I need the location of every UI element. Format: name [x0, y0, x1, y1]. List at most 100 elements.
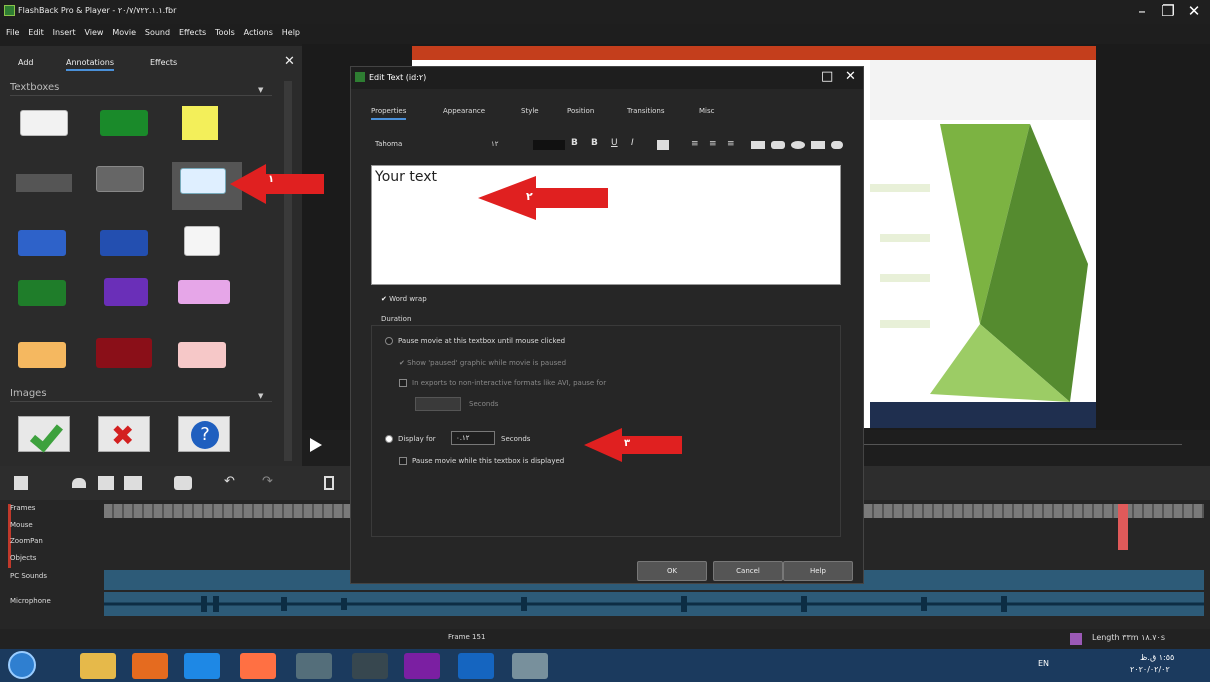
- clock-time[interactable]: ١:٥٥ ق.ظ: [1140, 653, 1174, 662]
- track-frames[interactable]: Frames: [10, 504, 35, 512]
- textbox-white[interactable]: [20, 110, 68, 136]
- track-mouse[interactable]: Mouse: [10, 521, 33, 529]
- textbox-purple[interactable]: [104, 278, 148, 306]
- undo-icon[interactable]: ↶: [224, 474, 235, 489]
- language-indicator[interactable]: EN: [1038, 659, 1049, 668]
- shape-bubble-icon[interactable]: [831, 141, 843, 149]
- textbox-blue[interactable]: [18, 230, 66, 256]
- track-pc-sounds[interactable]: PC Sounds: [10, 572, 47, 580]
- textbox-sticky-note[interactable]: [182, 106, 218, 140]
- app-icon-extra[interactable]: [512, 653, 548, 679]
- start-icon[interactable]: [8, 651, 36, 679]
- frame-icon[interactable]: [124, 476, 142, 490]
- shape-rect-icon[interactable]: [751, 141, 765, 149]
- menu-sound[interactable]: Sound: [145, 28, 170, 37]
- tab-effects[interactable]: Effects: [150, 58, 177, 67]
- minimize-button[interactable]: –: [1132, 2, 1152, 20]
- font-size-select[interactable]: ١٢: [491, 140, 499, 148]
- menu-insert[interactable]: Insert: [53, 28, 76, 37]
- panel-close-icon[interactable]: ✕: [284, 54, 295, 69]
- textbox-paper[interactable]: [184, 226, 220, 256]
- font-select[interactable]: Tahoma: [375, 140, 402, 148]
- align-left-icon[interactable]: ≡: [691, 139, 699, 149]
- tab-transitions[interactable]: Transitions: [627, 107, 665, 115]
- chevron-down-icon[interactable]: ▼: [258, 392, 263, 400]
- track-microphone[interactable]: Microphone: [10, 597, 51, 605]
- textbox-dark-bar[interactable]: [16, 174, 72, 192]
- explorer-icon[interactable]: [80, 653, 116, 679]
- textbox-blue-callout[interactable]: [180, 168, 226, 194]
- ie-icon[interactable]: [184, 653, 220, 679]
- tab-position[interactable]: Position: [567, 107, 594, 115]
- display-seconds-input[interactable]: ٠.١٢: [451, 431, 495, 445]
- menu-effects[interactable]: Effects: [179, 28, 206, 37]
- tab-misc[interactable]: Misc: [699, 107, 714, 115]
- redo-icon[interactable]: ↷: [262, 474, 273, 489]
- menu-view[interactable]: View: [84, 28, 103, 37]
- delete-icon[interactable]: [324, 476, 334, 490]
- ok-button[interactable]: OK: [637, 561, 707, 581]
- tab-appearance[interactable]: Appearance: [443, 107, 485, 115]
- device-icon[interactable]: [352, 653, 388, 679]
- dialog-close-icon[interactable]: ✕: [845, 69, 856, 84]
- record-icon[interactable]: [98, 476, 114, 490]
- italic-icon[interactable]: I: [631, 138, 634, 148]
- textbox-dark-red[interactable]: [96, 338, 152, 368]
- image-help[interactable]: ?: [178, 416, 230, 452]
- pause-while-displayed-option[interactable]: Pause movie while this textbox is displa…: [399, 457, 564, 465]
- firefox-icon[interactable]: [240, 653, 276, 679]
- track-zoompan[interactable]: ZoomPan: [10, 537, 43, 545]
- panel-scrollbar[interactable]: [284, 81, 292, 461]
- shape-callout-icon[interactable]: [811, 141, 825, 149]
- tab-properties[interactable]: Properties: [371, 107, 407, 120]
- bold-toggle-icon[interactable]: B: [591, 138, 598, 148]
- textbox-grey-callout[interactable]: [96, 166, 144, 192]
- menu-file[interactable]: File: [6, 28, 19, 37]
- menu-movie[interactable]: Movie: [112, 28, 136, 37]
- media-player-icon[interactable]: [132, 653, 168, 679]
- cancel-button[interactable]: Cancel: [713, 561, 783, 581]
- display-for-option[interactable]: Display for: [385, 435, 436, 443]
- track-objects[interactable]: Objects: [10, 554, 36, 562]
- pause-until-click-option[interactable]: Pause movie at this textbox until mouse …: [385, 337, 565, 345]
- menu-actions[interactable]: Actions: [244, 28, 273, 37]
- word-icon[interactable]: [458, 653, 494, 679]
- align-right-icon[interactable]: ≡: [727, 139, 735, 149]
- bold-icon[interactable]: B: [571, 138, 578, 148]
- help-button[interactable]: Help: [783, 561, 853, 581]
- playhead[interactable]: [1118, 504, 1128, 550]
- chevron-down-icon[interactable]: ▼: [258, 86, 263, 94]
- shape-oval-icon[interactable]: [791, 141, 805, 149]
- textbox-pink[interactable]: [178, 280, 230, 304]
- menu-help[interactable]: Help: [282, 28, 300, 37]
- camera-icon[interactable]: [174, 476, 192, 490]
- word-wrap-checkbox[interactable]: ✔ Word wrap: [381, 295, 427, 303]
- tab-style[interactable]: Style: [521, 107, 539, 115]
- shape-rounded-icon[interactable]: [771, 141, 785, 149]
- close-button[interactable]: ✕: [1184, 2, 1204, 20]
- tab-add[interactable]: Add: [18, 58, 34, 67]
- menu-tools[interactable]: Tools: [215, 28, 235, 37]
- image-checkmark[interactable]: [18, 416, 70, 453]
- fill-color-icon[interactable]: [657, 140, 669, 150]
- clock-date[interactable]: ٢٠٢٠/٠٢/٠٢: [1130, 665, 1170, 674]
- color-picker[interactable]: [533, 140, 565, 150]
- menu-edit[interactable]: Edit: [28, 28, 44, 37]
- textbox-green[interactable]: [100, 110, 148, 136]
- maximize-button[interactable]: ❐: [1158, 2, 1178, 20]
- align-center-icon[interactable]: ≡: [709, 139, 717, 149]
- dialog-maximize-icon[interactable]: □: [821, 69, 833, 84]
- textbox-light-pink[interactable]: [178, 342, 226, 368]
- textbox-orange[interactable]: [18, 342, 66, 368]
- underline-icon[interactable]: U: [611, 138, 618, 148]
- upload-icon[interactable]: [72, 478, 86, 488]
- tab-annotations[interactable]: Annotations: [66, 58, 115, 71]
- flashback-icon[interactable]: [404, 653, 440, 679]
- image-cross[interactable]: ✖: [98, 416, 150, 452]
- lock-icon[interactable]: [296, 653, 332, 679]
- textbox-dark-blue[interactable]: [100, 230, 148, 256]
- save-icon[interactable]: [14, 476, 28, 490]
- microphone-waveform[interactable]: [104, 592, 1204, 616]
- textbox-green-2[interactable]: [18, 280, 66, 306]
- play-icon[interactable]: [310, 438, 322, 452]
